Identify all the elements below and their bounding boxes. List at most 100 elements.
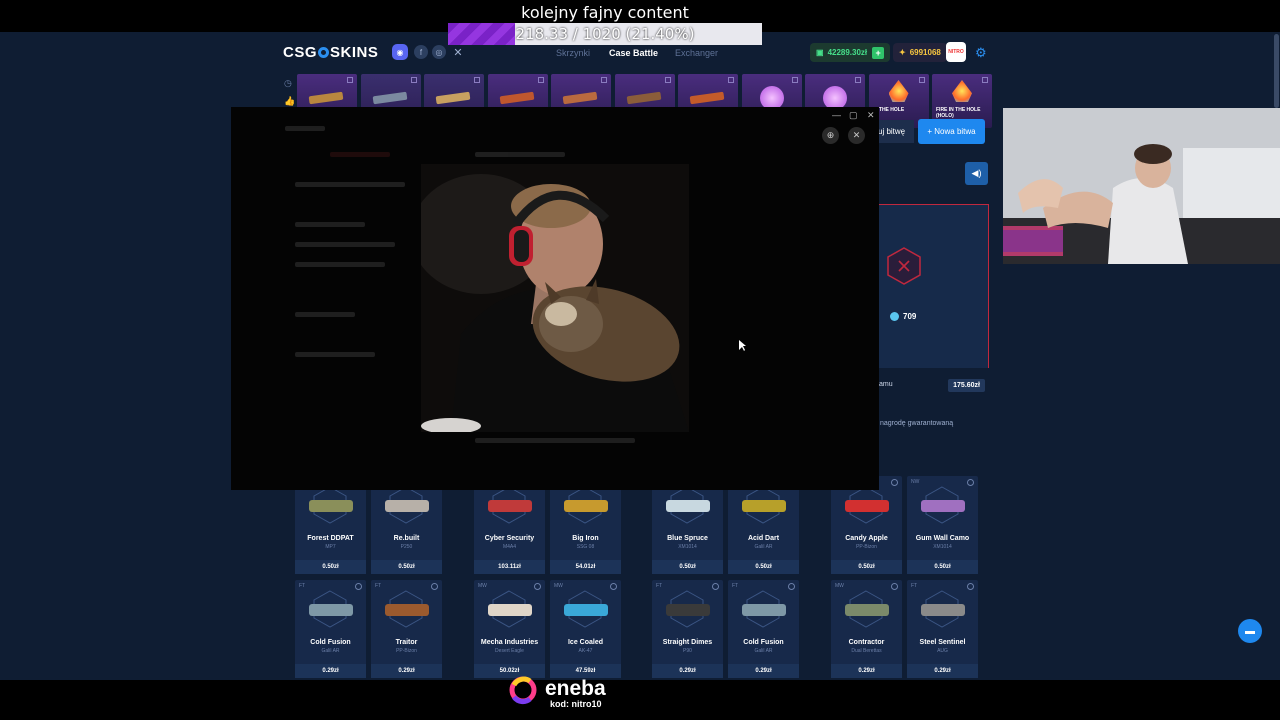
weapon-icon bbox=[308, 91, 344, 105]
chat-bubble-icon[interactable]: ▬ bbox=[1238, 619, 1262, 643]
eneba-logo-icon bbox=[509, 676, 537, 705]
tab-case-battle[interactable]: Case Battle bbox=[609, 48, 658, 58]
logo-left-text: CSG bbox=[283, 44, 318, 61]
goal-title: kolejny fajny content bbox=[521, 3, 689, 22]
join-battle-button[interactable]: uj bitwę bbox=[878, 120, 914, 143]
empty-slot-x-icon bbox=[887, 247, 921, 285]
item-weapon-type: SSG 08 bbox=[576, 544, 595, 550]
item-card[interactable]: FT Cold Fusion Galil AR 0.29zł bbox=[295, 580, 366, 678]
speaker-icon[interactable]: ◀) bbox=[965, 162, 988, 185]
close-icon[interactable]: ✕ bbox=[848, 127, 865, 144]
item-name: Blue Spruce bbox=[667, 535, 708, 542]
x-twitter-icon[interactable]: ✕ bbox=[451, 45, 465, 59]
item-check-icon[interactable] bbox=[355, 583, 362, 590]
battle-coins: 709 bbox=[890, 312, 916, 321]
item-card[interactable]: Re.built P250 0.50zł bbox=[371, 476, 442, 574]
balance-main[interactable]: ▣ 42289.30zł + bbox=[810, 43, 891, 62]
discord-icon[interactable]: ◉ bbox=[392, 44, 408, 60]
item-name: Big Iron bbox=[572, 535, 599, 542]
item-price: 0.50zł bbox=[295, 560, 366, 574]
item-card[interactable]: MW Mecha Industries Desert Eagle 50.02zł bbox=[474, 580, 545, 678]
zoom-icon[interactable]: ⊕ bbox=[822, 127, 839, 144]
clock-icon[interactable]: ◷ bbox=[284, 78, 292, 89]
weapon-icon bbox=[435, 91, 471, 105]
drop-case-icon bbox=[791, 77, 798, 83]
item-card[interactable]: MW Contractor Dual Berettas 0.29zł bbox=[831, 580, 902, 678]
drop-case-icon bbox=[855, 77, 861, 83]
item-check-icon[interactable] bbox=[967, 479, 974, 486]
join-battle-label: uj bitwę bbox=[878, 127, 906, 136]
item-card[interactable]: FT Steel Sentinel AUG 0.29zł bbox=[907, 580, 978, 678]
battle-cost-price: 175.60zł bbox=[948, 379, 985, 392]
new-battle-button[interactable]: + Nowa bitwa bbox=[918, 119, 985, 144]
tab-exchanger[interactable]: Exchanger bbox=[675, 48, 718, 58]
goal-progress-bar: 218.33 / 1020 (21.40%) bbox=[448, 23, 762, 45]
weapon-icon bbox=[626, 91, 661, 105]
item-wear: MW bbox=[478, 583, 487, 589]
item-check-icon[interactable] bbox=[712, 583, 719, 590]
item-name: Candy Apple bbox=[845, 535, 888, 542]
item-name: Gum Wall Camo bbox=[915, 535, 970, 542]
drop-case-icon bbox=[347, 77, 353, 83]
scrollbar-thumb[interactable] bbox=[1274, 34, 1279, 108]
logo-dot-icon bbox=[318, 47, 330, 58]
tab-skrzynki[interactable]: Skrzynki bbox=[556, 48, 590, 58]
item-price: 0.50zł bbox=[907, 560, 978, 574]
item-check-icon[interactable] bbox=[431, 583, 438, 590]
item-card[interactable]: Cyber Security M4A4 103.11zł bbox=[474, 476, 545, 574]
weapon-icon bbox=[309, 604, 353, 616]
webcam-feed bbox=[1003, 108, 1280, 264]
goal-progress-text: 218.33 / 1020 (21.40%) bbox=[515, 25, 695, 43]
video-player[interactable] bbox=[421, 164, 689, 432]
thumb-icon[interactable]: 👍 bbox=[284, 96, 295, 107]
weapon-icon bbox=[666, 500, 710, 512]
item-name: Forest DDPAT bbox=[307, 535, 354, 542]
item-wear: FT bbox=[299, 583, 306, 589]
maximize-icon[interactable]: ▢ bbox=[849, 110, 858, 121]
item-weapon-type: PP-Bizon bbox=[856, 544, 877, 550]
item-card[interactable]: FT Cold Fusion Galil AR 0.29zł bbox=[728, 580, 799, 678]
item-check-icon[interactable] bbox=[891, 583, 898, 590]
nitro-avatar[interactable]: NITRO bbox=[946, 42, 966, 62]
item-weapon-type: M4A4 bbox=[502, 544, 517, 550]
item-weapon-type: XM1014 bbox=[678, 544, 697, 550]
instagram-icon[interactable]: ◎ bbox=[432, 45, 446, 59]
weapon-icon bbox=[742, 604, 786, 616]
site-logo[interactable]: CSG SKINS bbox=[283, 44, 378, 61]
item-card[interactable]: FT Traitor PP-Bizon 0.29zł bbox=[371, 580, 442, 678]
gear-icon[interactable]: ⚙ bbox=[975, 45, 987, 61]
item-card[interactable]: Candy Apple PP-Bizon 0.50zł bbox=[831, 476, 902, 574]
item-name: Cyber Security bbox=[484, 535, 535, 542]
item-price: 0.29zł bbox=[907, 664, 978, 678]
item-card[interactable]: MW Ice Coaled AK-47 47.59zł bbox=[550, 580, 621, 678]
item-check-icon[interactable] bbox=[610, 583, 617, 590]
item-card[interactable]: Forest DDPAT MP7 0.50zł bbox=[295, 476, 366, 574]
item-card[interactable]: Blue Spruce XM1014 0.50zł bbox=[652, 476, 723, 574]
gem-icon bbox=[890, 312, 899, 321]
item-card[interactable]: NW Gum Wall Camo XM1014 0.50zł bbox=[907, 476, 978, 574]
deposit-plus-icon[interactable]: + bbox=[872, 46, 885, 59]
item-card[interactable]: Acid Dart Galil AR 0.50zł bbox=[728, 476, 799, 574]
item-check-icon[interactable] bbox=[891, 479, 898, 486]
balance-coins[interactable]: ✦ 6991068 bbox=[893, 43, 947, 62]
minimize-icon[interactable]: — bbox=[832, 110, 841, 120]
item-price: 54.01zł bbox=[550, 560, 621, 574]
item-card[interactable]: Big Iron SSG 08 54.01zł bbox=[550, 476, 621, 574]
item-check-icon[interactable] bbox=[967, 583, 974, 590]
drop-case-icon bbox=[918, 77, 925, 83]
weapon-icon bbox=[921, 604, 965, 616]
item-card[interactable]: FT Straight Dimes P90 0.29zł bbox=[652, 580, 723, 678]
item-check-icon[interactable] bbox=[534, 583, 541, 590]
item-check-icon[interactable] bbox=[788, 583, 795, 590]
weapon-icon bbox=[564, 604, 608, 616]
item-name: Steel Sentinel bbox=[919, 639, 966, 646]
drop-case-icon bbox=[601, 77, 607, 83]
weapon-icon bbox=[385, 604, 429, 616]
window-close-icon[interactable]: ✕ bbox=[867, 110, 875, 121]
item-weapon-type: MP7 bbox=[325, 544, 336, 550]
weapon-icon bbox=[845, 500, 889, 512]
weapon-icon bbox=[488, 604, 532, 616]
facebook-icon[interactable]: f bbox=[414, 45, 428, 59]
item-name: Re.built bbox=[393, 535, 420, 542]
weapon-icon bbox=[742, 500, 786, 512]
